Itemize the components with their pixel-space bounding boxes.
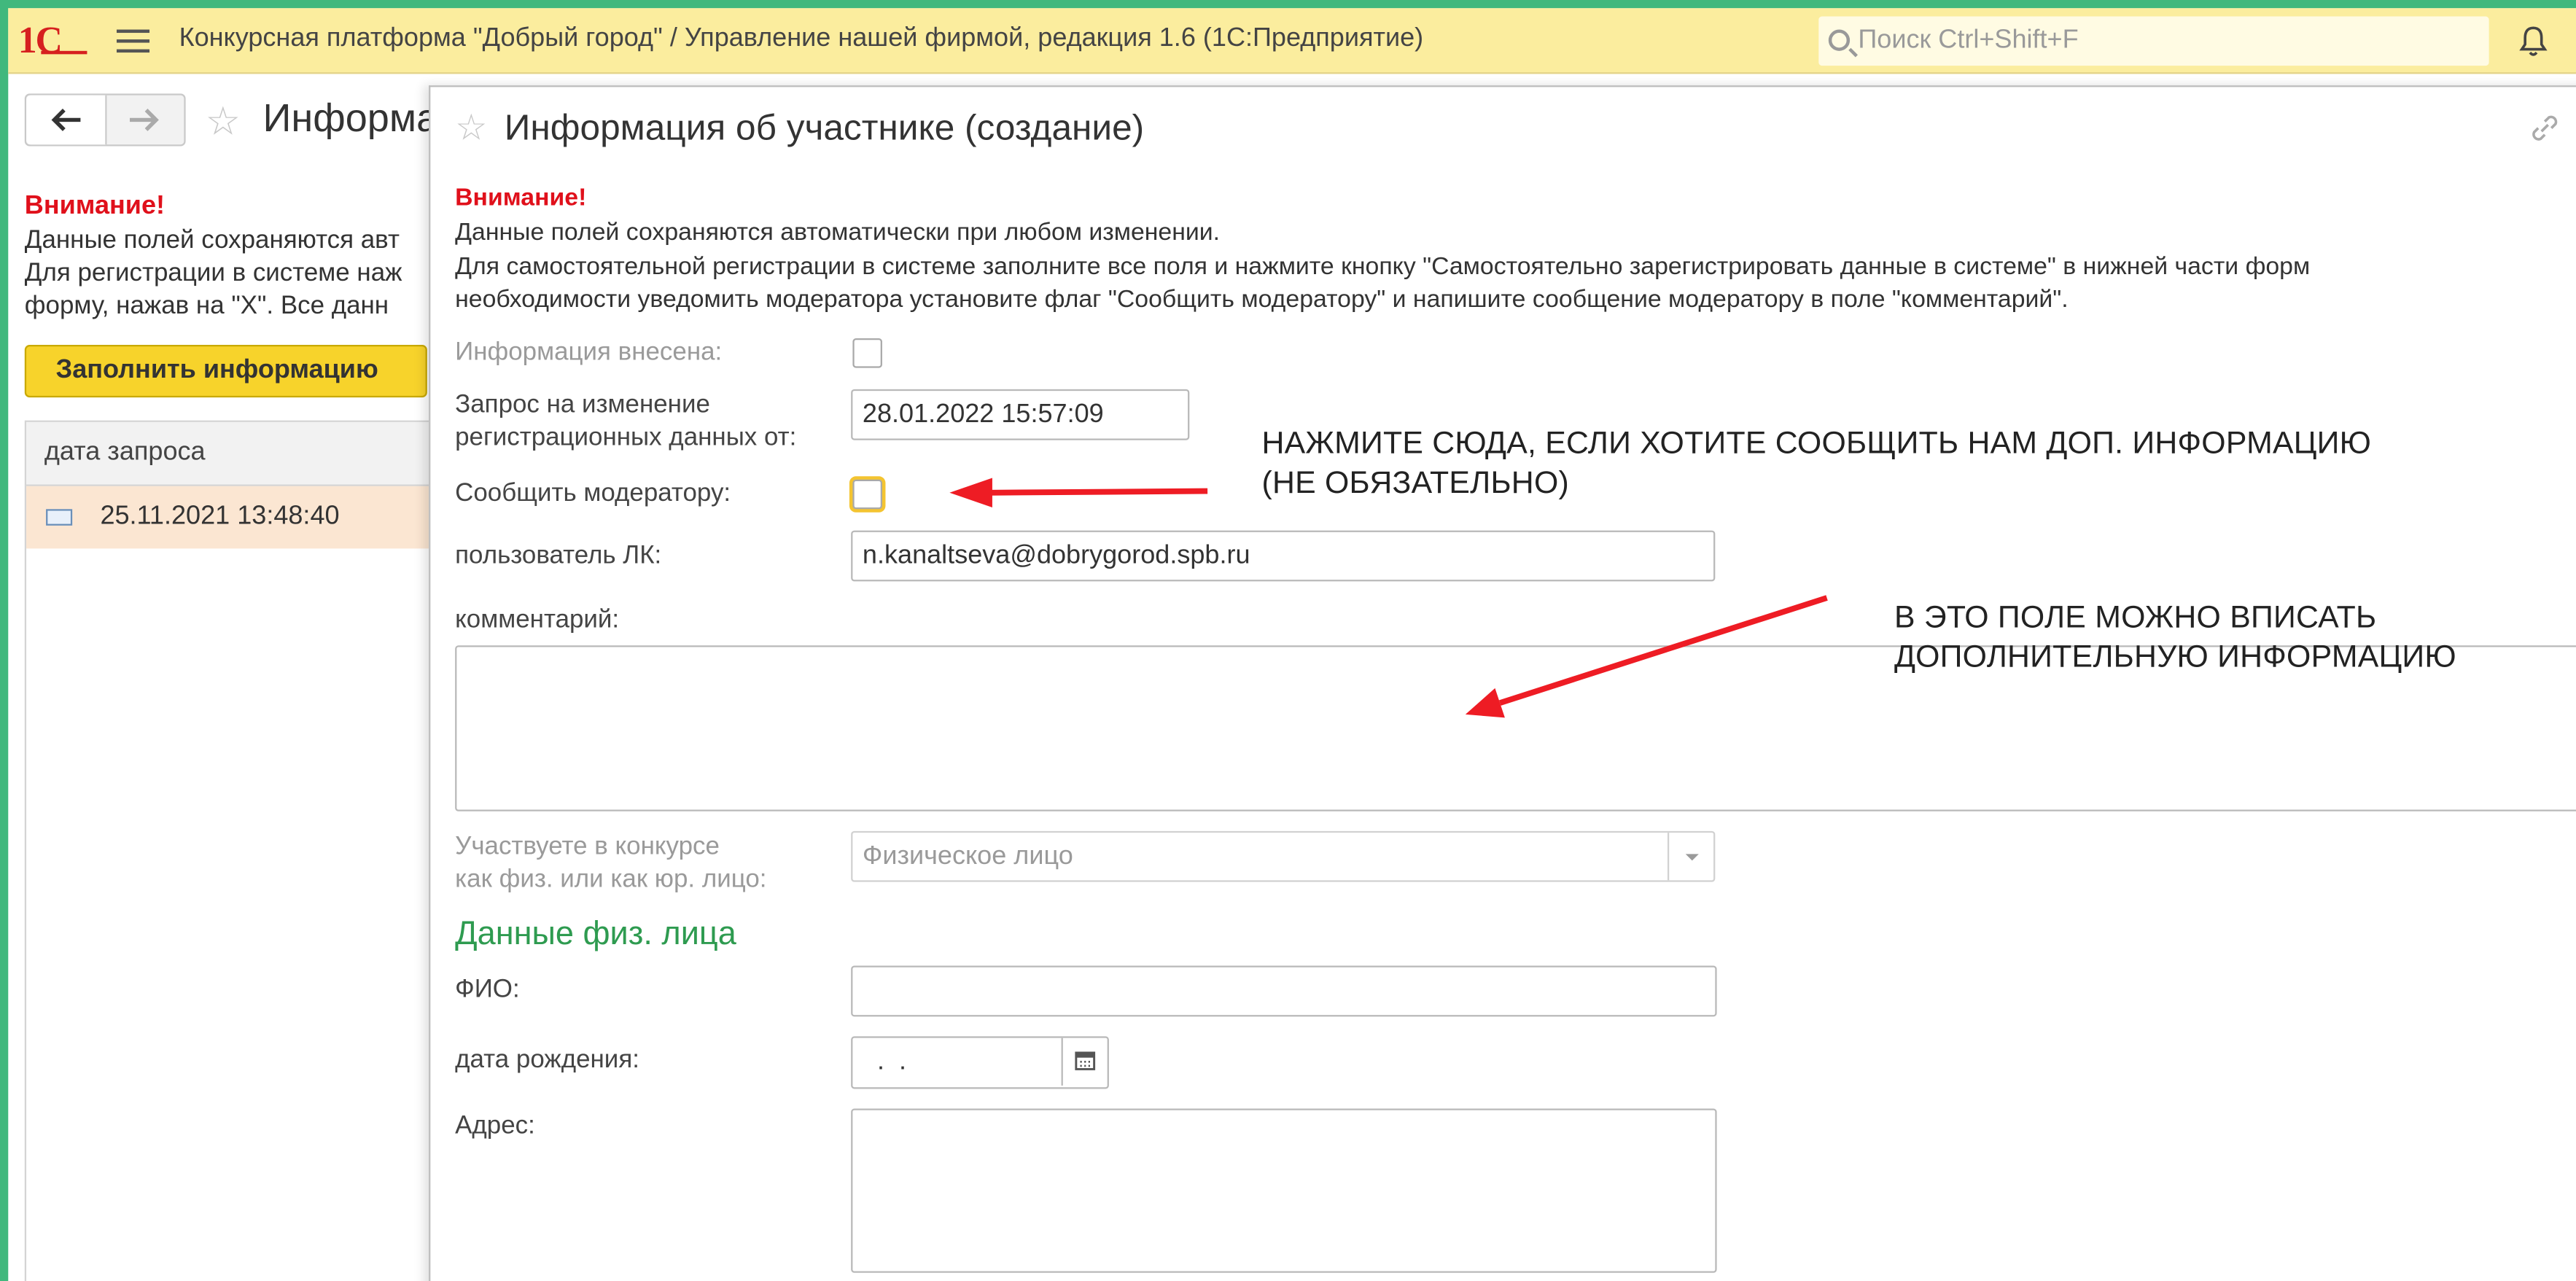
top-bar: 1С Конкурсная платформа "Добрый город" /… [8,8,2576,74]
change-request-label-line: регистрационных данных от: [455,423,797,451]
birth-date-field[interactable]: . . [851,1036,1109,1089]
bell-icon[interactable] [2518,25,2548,58]
logo-1c: 1С [18,20,87,63]
link-icon[interactable] [2529,112,2561,144]
change-request-label: Запрос на изменение регистрационных данн… [455,389,796,453]
document-icon [46,509,73,526]
back-button[interactable] [26,95,107,145]
modal-text-line: Для самостоятельной регистрации в систем… [455,252,2311,281]
fio-label: ФИО: [455,976,520,1004]
participant-type-label: Участвуете в конкурсе как физ. или как ю… [455,831,766,895]
address-textarea[interactable] [851,1108,1717,1273]
app-window: 1С Конкурсная платформа "Добрый город" /… [0,0,2576,1281]
participant-type-label-line: Участвуете в конкурсе [455,833,720,861]
address-label: Адрес: [455,1112,535,1140]
search-box[interactable] [1818,16,2489,66]
table-row[interactable]: 25.11.2021 13:48:40 [26,486,437,549]
request-table: дата запроса 25.11.2021 13:48:40 [24,420,439,1281]
favorite-star-icon[interactable]: ☆ [455,106,487,149]
chevron-down-icon[interactable] [1667,833,1713,881]
notify-moderator-label: Сообщить модератору: [455,479,731,508]
participant-type-select[interactable]: Физическое лицо [851,830,1716,882]
fill-info-button[interactable]: Заполнить информацию [24,345,427,398]
calendar-icon[interactable] [1061,1037,1108,1086]
user-label: пользователь ЛК: [455,542,662,570]
birth-date-label: дата рождения: [455,1046,639,1075]
modal-warning: Внимание! [455,184,587,212]
background-text-line: Данные полей сохраняются авт [24,226,400,255]
favorite-star-icon[interactable]: ☆ [206,98,241,146]
arrow-left-icon [51,109,81,131]
change-request-label-line: Запрос на изменение [455,391,710,419]
request-date-cell: 25.11.2021 13:48:40 [100,502,340,531]
modal-title: Информация об участнике (создание) [504,106,1145,148]
section-title-person: Данные физ. лица [455,916,736,953]
annotation-line: НАЖМИТЕ СЮДА, ЕСЛИ ХОТИТЕ СООБЩИТЬ НАМ Д… [1261,427,2372,462]
comment-label: комментарий: [455,606,620,634]
window-border-left [0,0,9,1281]
window-border-top [0,0,2576,9]
participant-type-label-line: как физ. или как юр. лицо: [455,864,767,893]
table-header: дата запроса [26,421,437,486]
annotation-line: ДОПОЛНИТЕЛЬНУЮ ИНФОРМАЦИЮ [1894,639,2456,674]
notify-moderator-checkbox[interactable] [852,479,882,510]
menu-icon[interactable] [116,28,150,54]
app-title: Конкурсная платформа "Добрый город" / Уп… [179,24,1424,53]
info-entered-label: Информация внесена: [455,338,723,367]
user-field[interactable]: n.kanaltseva@dobrygorod.spb.ru [851,530,1716,582]
search-input[interactable] [1858,23,2467,60]
fio-field[interactable] [851,965,1717,1017]
modal-text-line: Данные полей сохраняются автоматически п… [455,218,1221,246]
search-icon [1828,29,1851,51]
background-text-line: Для регистрации в системе наж [24,259,402,288]
column-header-request-date[interactable]: дата запроса [44,438,206,468]
background-form-title: Информа [262,96,439,141]
nav-buttons [24,93,186,147]
annotation-line: В ЭТО ПОЛЕ МОЖНО ВПИСАТЬ [1894,601,2377,636]
background-warning: Внимание! [24,192,166,220]
notify-hint-annotation: НАЖМИТЕ СЮДА, ЕСЛИ ХОТИТЕ СООБЩИТЬ НАМ Д… [1261,425,2371,502]
background-warning-text: Данные полей сохраняются авт Для регистр… [25,225,427,324]
participant-info-modal: ☆ Информация об участнике (создание) Вни… [429,85,2576,1281]
annotation-line: (НЕ ОБЯЗАТЕЛЬНО) [1261,465,1569,500]
comment-hint-annotation: В ЭТО ПОЛЕ МОЖНО ВПИСАТЬ ДОПОЛНИТЕЛЬНУЮ … [1894,599,2456,677]
arrow-right-icon [130,109,159,131]
change-request-date-field[interactable]: 28.01.2022 15:57:09 [851,389,1190,440]
modal-warning-text: Данные полей сохраняются автоматически п… [455,217,2310,318]
participant-type-value: Физическое лицо [862,842,1073,871]
background-text-line: форму, нажав на "X". Все данн [24,292,389,321]
modal-text-line: необходимости уведомить модератора устан… [455,285,2069,314]
birth-date-value: . . [862,1048,907,1076]
forward-button[interactable] [106,96,184,145]
info-entered-checkbox[interactable] [852,338,882,368]
